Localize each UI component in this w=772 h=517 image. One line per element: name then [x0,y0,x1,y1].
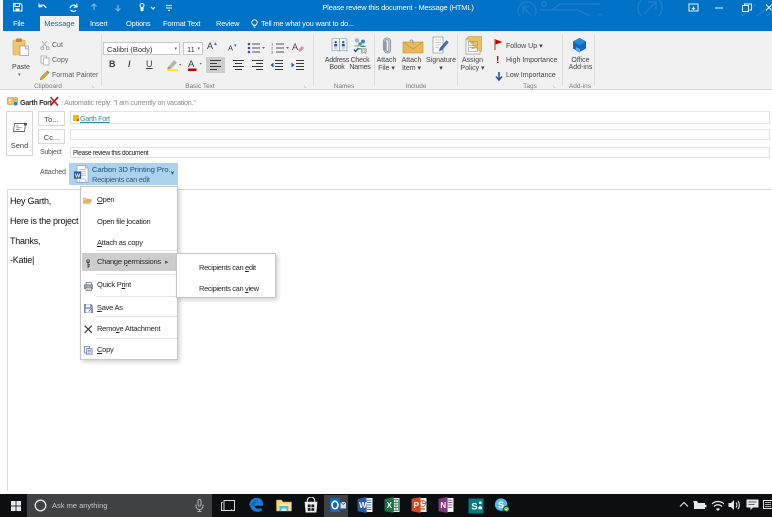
svg-text:S: S [471,502,478,513]
svg-text:S: S [498,500,504,510]
svg-text:W: W [75,173,81,179]
svg-text:@: @ [361,49,368,55]
svg-text:A: A [188,59,195,70]
svg-text:W: W [359,501,367,510]
svg-text:A: A [292,42,298,52]
svg-text:N: N [440,501,446,510]
svg-text:3: 3 [271,50,274,55]
svg-text:P: P [414,501,420,510]
svg-text:X: X [387,501,393,510]
